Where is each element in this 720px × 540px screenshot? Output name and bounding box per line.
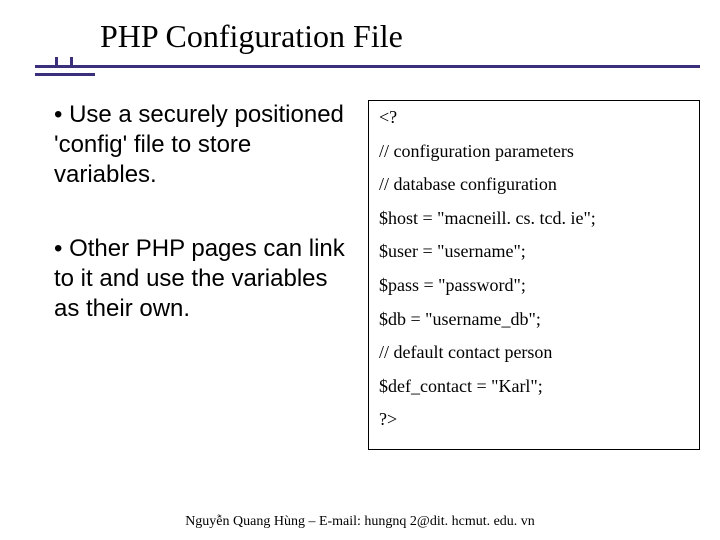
code-line: $pass = "password"; xyxy=(379,275,689,297)
bullet-item: • Use a securely positioned 'config' fil… xyxy=(54,100,354,190)
code-line: <? xyxy=(379,107,689,129)
code-line: $db = "username_db"; xyxy=(379,309,689,331)
slide-header: PHP Configuration File xyxy=(0,0,720,85)
title-rule xyxy=(0,65,720,85)
slide-content: • Use a securely positioned 'config' fil… xyxy=(0,85,720,450)
code-line: $def_contact = "Karl"; xyxy=(379,376,689,398)
code-line: // configuration parameters xyxy=(379,141,689,163)
code-box: <? // configuration parameters // databa… xyxy=(368,100,700,450)
code-line: $user = "username"; xyxy=(379,241,689,263)
code-line: $host = "macneill. cs. tcd. ie"; xyxy=(379,208,689,230)
bullet-item: • Other PHP pages can link to it and use… xyxy=(54,234,354,324)
bullet-list: • Use a securely positioned 'config' fil… xyxy=(54,100,354,450)
code-line: // database configuration xyxy=(379,174,689,196)
slide-footer: Nguyễn Quang Hùng – E-mail: hungnq 2@dit… xyxy=(0,514,720,530)
code-line: ?> xyxy=(379,409,689,431)
slide-title: PHP Configuration File xyxy=(0,18,720,65)
code-line: // default contact person xyxy=(379,342,689,364)
